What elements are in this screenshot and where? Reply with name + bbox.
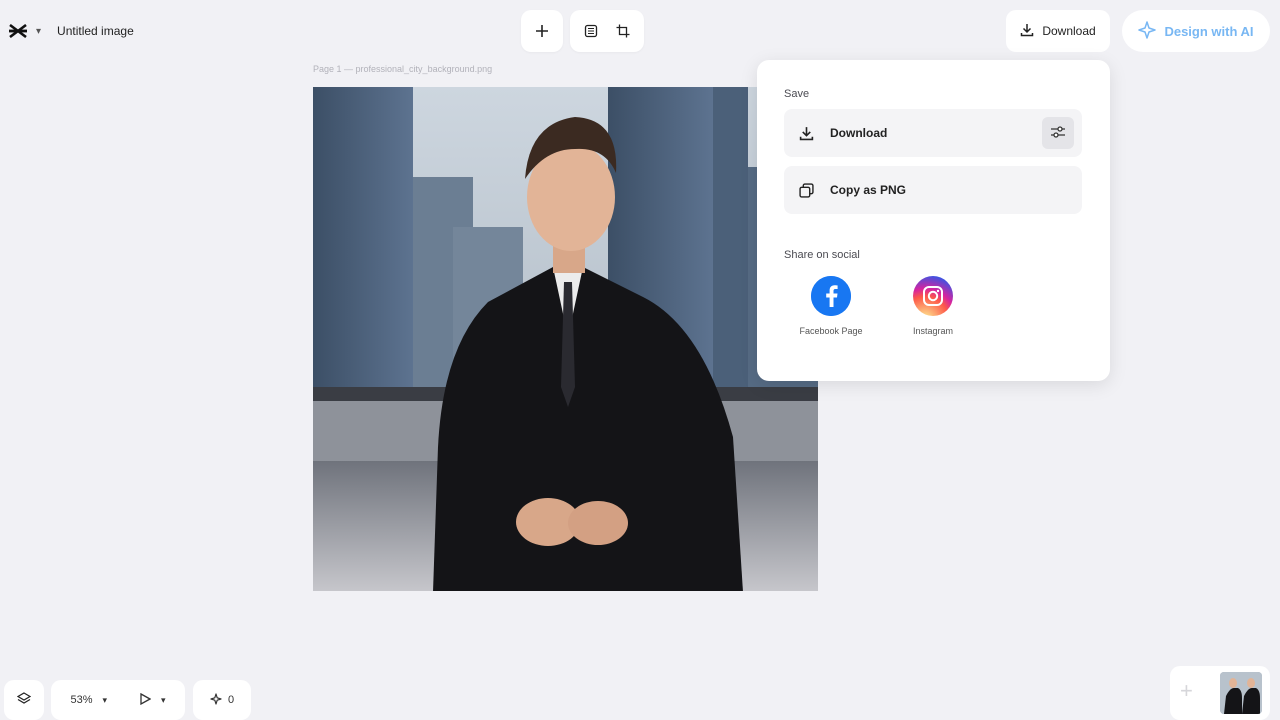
share-facebook-page[interactable]: Facebook Page xyxy=(796,276,866,337)
page-1-thumbnail[interactable] xyxy=(1220,672,1262,714)
businessman-photo xyxy=(313,87,818,591)
topbar-left: ▾ Untitled image xyxy=(0,10,160,52)
canvas-image[interactable] xyxy=(313,87,818,591)
ai-sparkle-icon xyxy=(1138,20,1157,42)
download-icon xyxy=(796,123,816,143)
copy-icon xyxy=(796,180,816,200)
download-icon xyxy=(1020,23,1034,40)
sparkle-icon xyxy=(210,692,222,708)
design-with-ai-label: Design with AI xyxy=(1164,23,1254,39)
save-section-title: Save xyxy=(784,88,810,100)
add-toolbar xyxy=(521,10,563,52)
crop-icon[interactable] xyxy=(614,21,632,41)
instagram-label: Instagram xyxy=(912,326,954,336)
download-button[interactable]: Download xyxy=(1006,10,1110,52)
add-page-plus-icon[interactable]: + xyxy=(1180,680,1193,702)
page-label: Page 1 — professional_city_background.pn… xyxy=(313,64,493,74)
zoom-level[interactable]: 53% xyxy=(70,694,92,706)
layers-button[interactable] xyxy=(4,680,44,720)
copy-as-png-option[interactable]: Copy as PNG xyxy=(784,166,1082,214)
frame-icon[interactable] xyxy=(582,21,600,41)
download-option[interactable]: Download xyxy=(784,109,1082,157)
canvas-tools-toolbar xyxy=(570,10,644,52)
download-button-label: Download xyxy=(1042,24,1096,38)
play-icon[interactable] xyxy=(139,692,152,708)
page-thumbnails: + xyxy=(1170,666,1270,720)
share-instagram[interactable]: Instagram xyxy=(898,276,968,337)
magic-count: 0 xyxy=(227,694,235,706)
play-chevron-down-icon[interactable]: ▾ xyxy=(161,695,166,706)
logo-menu-chevron-icon[interactable]: ▾ xyxy=(36,26,41,37)
facebook-icon xyxy=(811,276,851,316)
share-section-title: Share on social xyxy=(784,249,860,261)
download-settings-button[interactable] xyxy=(1042,117,1074,149)
zoom-and-play-controls: 53% ▾ ▾ xyxy=(51,680,185,720)
document-title[interactable]: Untitled image xyxy=(57,24,134,38)
facebook-page-label: Facebook Page xyxy=(799,326,863,336)
zoom-chevron-down-icon[interactable]: ▾ xyxy=(102,695,107,706)
instagram-icon xyxy=(913,276,953,316)
copy-as-png-label: Copy as PNG xyxy=(830,183,907,197)
design-with-ai-button[interactable]: Design with AI xyxy=(1122,10,1270,52)
download-option-label: Download xyxy=(830,126,888,140)
capcut-logo-icon[interactable] xyxy=(8,21,28,41)
sliders-icon xyxy=(1050,125,1066,142)
magic-counter-button[interactable]: 0 xyxy=(193,680,251,720)
plus-icon[interactable] xyxy=(532,21,552,41)
layers-icon xyxy=(16,691,32,709)
save-panel: Save Download Copy as PNG Share on socia… xyxy=(757,60,1110,381)
